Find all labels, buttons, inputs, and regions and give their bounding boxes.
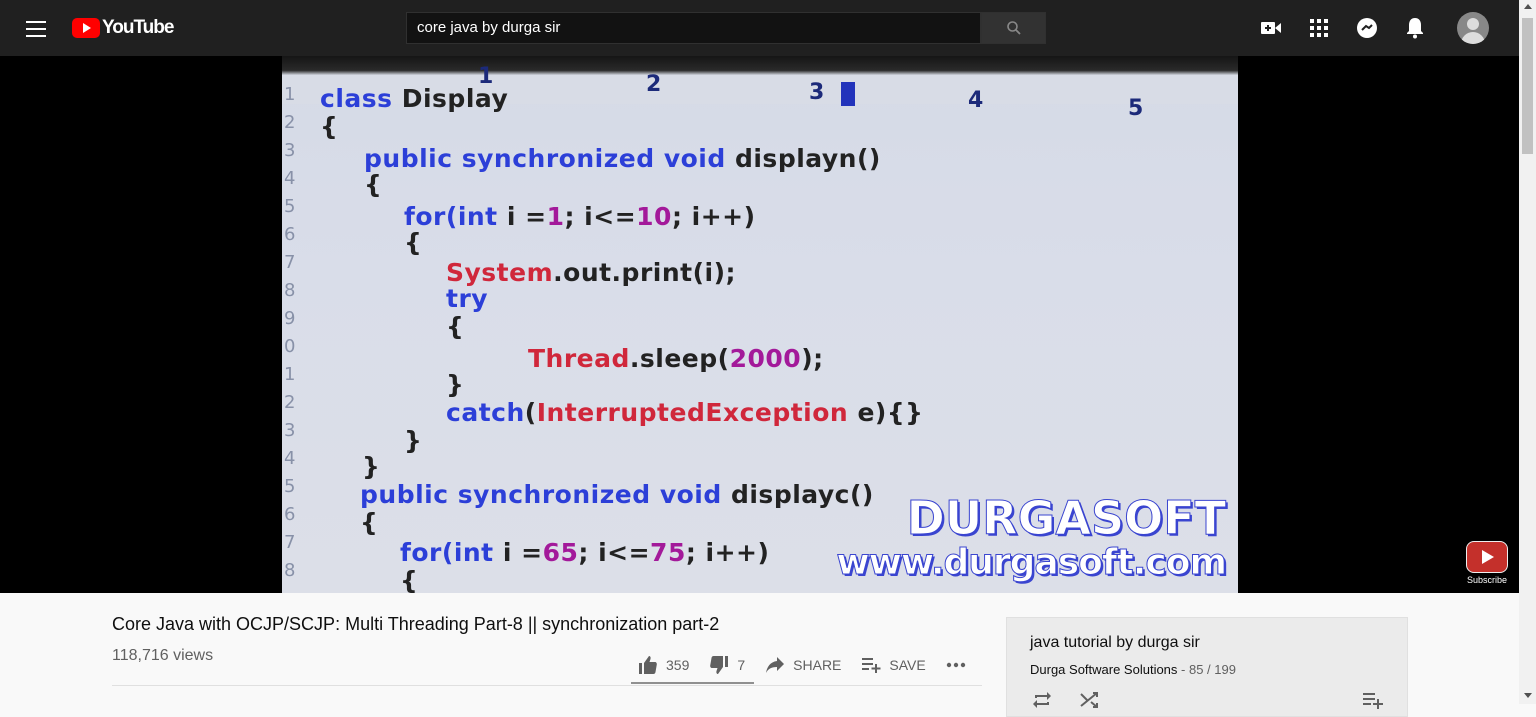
video-frame: 1 2 3 4 5 1 2 3 4 5 6 7 8 9 0 1 2 3 4 5 … <box>282 56 1238 593</box>
subscribe-play-icon <box>1466 541 1508 573</box>
code-line: { <box>404 228 423 257</box>
dislike-count: 7 <box>737 657 746 673</box>
video-title: Core Java with OCJP/SCJP: Multi Threadin… <box>112 614 720 634</box>
code-line: catch(InterruptedException e){} <box>446 398 924 427</box>
search-bar: core java by durga sir <box>406 12 1046 44</box>
add-to-playlist-icon <box>862 658 881 673</box>
code-line: { <box>360 508 379 537</box>
thumbs-down-icon <box>710 656 729 674</box>
line-number: 5 <box>284 196 296 217</box>
code-line: { <box>364 170 383 199</box>
code-line: public synchronized void displayc() <box>360 480 874 509</box>
logo-text: YouTube <box>102 17 174 38</box>
save-button[interactable]: SAVE <box>861 656 926 674</box>
code-line: for(int i =1; i<=10; i++) <box>404 202 756 231</box>
line-number: 0 <box>284 336 296 357</box>
playlist-channel[interactable]: Durga Software Solutions <box>1030 662 1177 677</box>
save-label: SAVE <box>889 657 926 673</box>
watermark-url: www.durgasoft.com <box>836 542 1228 584</box>
dislike-button[interactable]: 7 <box>709 655 745 675</box>
video-player[interactable]: 1 2 3 4 5 1 2 3 4 5 6 7 8 9 0 1 2 3 4 5 … <box>0 56 1519 593</box>
scroll-down-arrow-icon[interactable] <box>1524 693 1532 698</box>
playlist-subtitle: Durga Software Solutions - 85 / 199 <box>1030 662 1236 677</box>
line-number: 3 <box>284 420 296 441</box>
apps-icon[interactable] <box>1307 16 1331 40</box>
like-dislike-bar <box>631 682 754 684</box>
playlist-separator: - <box>1177 662 1189 677</box>
line-number: 2 <box>284 112 296 133</box>
line-number: 7 <box>284 532 296 553</box>
ruler-number: 3 <box>809 80 825 105</box>
line-number: 9 <box>284 308 296 329</box>
masthead: YouTube core java by durga sir <box>0 0 1519 56</box>
loop-icon[interactable] <box>1031 690 1053 710</box>
code-line: try <box>446 284 489 313</box>
ruler-number: 2 <box>646 72 662 97</box>
menu-icon[interactable] <box>24 16 48 40</box>
messages-icon[interactable] <box>1355 16 1379 40</box>
subscribe-label: Subscribe <box>1466 575 1508 585</box>
line-number: 8 <box>284 280 296 301</box>
playlist-panel: java tutorial by durga sir Durga Softwar… <box>1006 617 1408 717</box>
scroll-thumb[interactable] <box>1522 18 1533 154</box>
account-avatar[interactable] <box>1457 12 1489 44</box>
like-count: 359 <box>666 657 690 673</box>
like-button[interactable]: 359 <box>638 655 689 675</box>
more-actions-button[interactable] <box>946 662 974 668</box>
video-actions: 359 7 SHARE SAVE <box>630 645 994 685</box>
code-line: } <box>362 452 381 481</box>
playlist-title[interactable]: java tutorial by durga sir <box>1030 634 1200 652</box>
line-number: 2 <box>284 392 296 413</box>
search-input[interactable]: core java by durga sir <box>406 12 981 44</box>
code-line: class Display <box>320 84 509 113</box>
playlist-position: 85 / 199 <box>1188 662 1236 677</box>
youtube-play-icon <box>72 18 100 38</box>
line-number: 1 <box>284 364 296 385</box>
line-number: 6 <box>284 224 296 245</box>
watermark-brand: DURGASOFT <box>906 491 1226 546</box>
code-line: } <box>404 426 423 455</box>
thumbs-up-icon <box>639 656 657 674</box>
ruler-number: 4 <box>968 88 984 113</box>
code-line: Thread.sleep(2000); <box>528 344 824 373</box>
line-number: 6 <box>284 504 296 525</box>
shuffle-icon[interactable] <box>1079 690 1101 710</box>
playlist-save-icon[interactable] <box>1362 690 1384 710</box>
line-number: 1 <box>284 84 296 105</box>
line-number: 3 <box>284 140 296 161</box>
code-line: public synchronized void displayn() <box>364 144 881 173</box>
share-label: SHARE <box>793 657 842 673</box>
scroll-up-arrow-icon[interactable] <box>1524 4 1532 9</box>
youtube-logo[interactable]: YouTube <box>72 17 174 39</box>
more-horizontal-icon <box>946 662 965 668</box>
create-video-icon[interactable] <box>1259 16 1283 40</box>
line-number: 7 <box>284 252 296 273</box>
line-number: 4 <box>284 168 296 189</box>
notifications-icon[interactable] <box>1403 16 1427 40</box>
line-number: 8 <box>284 560 296 581</box>
search-button[interactable] <box>981 12 1046 44</box>
ruler-number: 5 <box>1128 96 1144 121</box>
code-line: { <box>400 566 419 593</box>
subscribe-watermark[interactable]: Subscribe <box>1466 541 1508 585</box>
line-number: 5 <box>284 476 296 497</box>
code-line: System.out.print(i); <box>446 258 737 287</box>
page-scrollbar[interactable] <box>1519 0 1536 704</box>
share-button[interactable]: SHARE <box>765 656 841 674</box>
code-line: } <box>446 370 465 399</box>
ruler-marker <box>841 82 855 106</box>
search-icon <box>1006 21 1021 35</box>
line-number: 4 <box>284 448 296 469</box>
code-line: for(int i =65; i<=75; i++) <box>400 538 770 567</box>
info-divider <box>112 685 982 686</box>
code-line: { <box>446 312 465 341</box>
view-count: 118,716 views <box>112 647 214 664</box>
share-icon <box>766 657 785 673</box>
code-line: { <box>320 112 339 141</box>
